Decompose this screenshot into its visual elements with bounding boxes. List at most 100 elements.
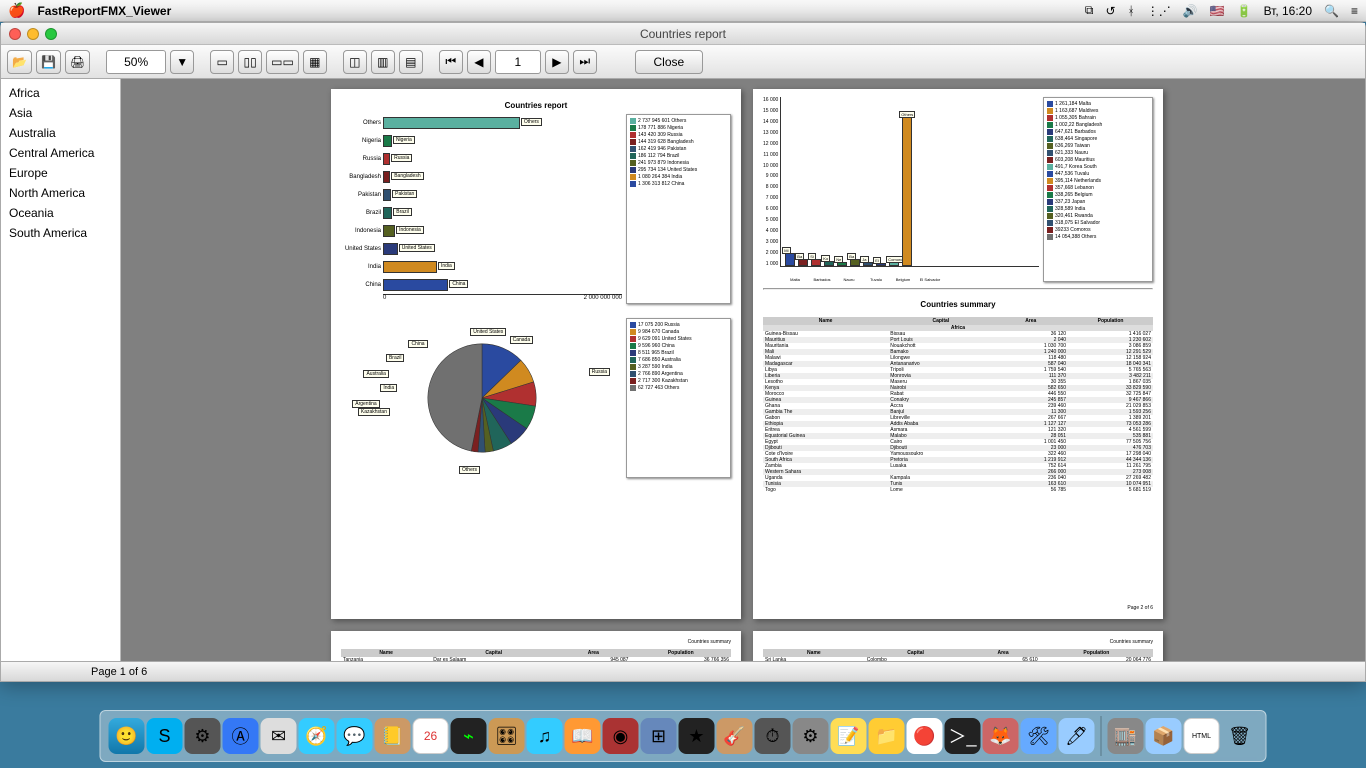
countries-table: NameCapitalAreaPopulation AfricaGuinea-B… xyxy=(763,317,1153,493)
page-number: Page 2 of 6 xyxy=(763,605,1153,611)
app-icon[interactable]: 🦊 xyxy=(983,718,1019,754)
sidebar-item[interactable]: Asia xyxy=(1,103,120,123)
window-titlebar[interactable]: Countries report xyxy=(1,23,1365,45)
app-icon[interactable]: ⏱ xyxy=(755,718,791,754)
ibooks-icon[interactable]: 📖 xyxy=(565,718,601,754)
terminal-icon[interactable]: ＞_ xyxy=(945,718,981,754)
view-facing-button[interactable]: ▭▭ xyxy=(266,50,299,74)
report-page-1: Countries report OthersOthersNigeriaNige… xyxy=(331,89,741,619)
messages-icon[interactable]: 💬 xyxy=(337,718,373,754)
pie-tag: Russia xyxy=(589,368,610,376)
layout-2-button[interactable]: ▥ xyxy=(371,50,395,74)
report-title: Countries report xyxy=(341,101,731,110)
view-grid-button[interactable]: ▦ xyxy=(303,50,327,74)
hbar-chart: OthersOthersNigeriaNigeriaRussiaRussiaBa… xyxy=(341,114,622,304)
app-name[interactable]: FastReportFMX_Viewer xyxy=(37,4,171,18)
app-icon[interactable]: 🖊 xyxy=(1059,718,1095,754)
clock[interactable]: Вт, 16:20 xyxy=(1264,4,1312,18)
trash-icon[interactable]: 🗑 xyxy=(1222,718,1258,754)
last-page-button[interactable]: ⏭ xyxy=(573,50,597,74)
pie-legend: 17 075 200 Russia9 984 670 Canada9 629 0… xyxy=(626,318,731,478)
window-close-button[interactable] xyxy=(9,28,21,40)
status-bar: Page 1 of 6 xyxy=(1,661,1365,681)
layout-1-button[interactable]: ◫ xyxy=(343,50,367,74)
app-icon[interactable]: ⊞ xyxy=(641,718,677,754)
input-source-icon[interactable]: 🇺🇸 xyxy=(1210,4,1225,18)
app-icon[interactable]: 📁 xyxy=(869,718,905,754)
sidebar-item[interactable]: Australia xyxy=(1,123,120,143)
outline-sidebar: AfricaAsiaAustraliaCentral AmericaEurope… xyxy=(1,79,121,661)
sidebar-item[interactable]: South America xyxy=(1,223,120,243)
pie-tag: Brazil xyxy=(386,354,405,362)
app-icon[interactable]: ⚙ xyxy=(185,718,221,754)
window-minimize-button[interactable] xyxy=(27,28,39,40)
preferences-icon[interactable]: ⚙ xyxy=(793,718,829,754)
html-doc-icon[interactable]: HTML xyxy=(1184,718,1220,754)
open-button[interactable]: 📂 xyxy=(7,50,32,74)
print-button[interactable]: 🖨 xyxy=(65,50,90,74)
app-icon[interactable]: 🎛 xyxy=(489,718,525,754)
pie-tag: Australia xyxy=(363,370,388,378)
sidebar-item[interactable]: North America xyxy=(1,183,120,203)
sidebar-item[interactable]: Oceania xyxy=(1,203,120,223)
notes-icon[interactable]: 📝 xyxy=(831,718,867,754)
volume-icon[interactable]: 🔊 xyxy=(1183,4,1198,18)
viewer-toolbar: 📂 💾 🖨 ▼ ▭ ▯▯ ▭▭ ▦ ◫ ▥ ▤ ⏮ ◀ ▶ ⏭ Close xyxy=(1,45,1365,79)
app-icon[interactable]: 📦 xyxy=(1146,718,1182,754)
safari-icon[interactable]: 🧭 xyxy=(299,718,335,754)
view-single-button[interactable]: ▭ xyxy=(210,50,234,74)
finder-icon[interactable]: 🙂 xyxy=(109,718,145,754)
report-page-4: Countries summary NameCapitalAreaPopulat… xyxy=(753,631,1163,661)
spotlight-icon[interactable]: 🔍 xyxy=(1324,4,1339,18)
next-page-button[interactable]: ▶ xyxy=(545,50,569,74)
page-canvas[interactable]: Countries report OthersOthersNigeriaNige… xyxy=(121,79,1365,661)
imovie-icon[interactable]: ★ xyxy=(679,718,715,754)
sidebar-item[interactable]: Central America xyxy=(1,143,120,163)
battery-icon[interactable]: 🔋 xyxy=(1237,4,1252,18)
notification-center-icon[interactable]: ≡ xyxy=(1351,4,1358,18)
appstore-icon[interactable]: Ⓐ xyxy=(223,718,259,754)
pie-tag: United States xyxy=(470,328,506,336)
mail-icon[interactable]: ✉ xyxy=(261,718,297,754)
sidebar-item[interactable]: Europe xyxy=(1,163,120,183)
close-button[interactable]: Close xyxy=(635,50,703,74)
pie-tag: China xyxy=(408,340,427,348)
prev-page-button[interactable]: ◀ xyxy=(467,50,491,74)
apple-menu-icon[interactable]: 🍎 xyxy=(8,2,25,19)
pie-tag: Others xyxy=(459,466,480,474)
dropbox-icon[interactable]: ⧉ xyxy=(1085,3,1094,18)
vbar-chart: MlBaSiKoNeBaJaElComorosOthers xyxy=(780,97,1039,267)
vbar-y-axis: 16 00015 00014 00013 00012 00011 00010 0… xyxy=(763,97,780,267)
pie-tag: Canada xyxy=(510,336,534,344)
calendar-icon[interactable]: 26 xyxy=(413,718,449,754)
layout-3-button[interactable]: ▤ xyxy=(399,50,423,74)
app-icon[interactable]: 🛠 xyxy=(1021,718,1057,754)
report-page-2: 16 00015 00014 00013 00012 00011 00010 0… xyxy=(753,89,1163,619)
app-icon[interactable]: 🏬 xyxy=(1108,718,1144,754)
first-page-button[interactable]: ⏮ xyxy=(439,50,463,74)
contacts-icon[interactable]: 📒 xyxy=(375,718,411,754)
bluetooth-icon[interactable]: ᚼ xyxy=(1128,4,1135,18)
sidebar-item[interactable]: Africa xyxy=(1,83,120,103)
page-status: Page 1 of 6 xyxy=(91,666,147,678)
pie-tag: Argentina xyxy=(352,400,379,408)
app-icon[interactable]: ◉ xyxy=(603,718,639,754)
window-zoom-button[interactable] xyxy=(45,28,57,40)
zoom-dropdown[interactable]: ▼ xyxy=(170,50,194,74)
zoom-input[interactable] xyxy=(106,50,166,74)
wifi-icon[interactable]: ⋮⋰ xyxy=(1147,4,1171,18)
macos-menubar: 🍎 FastReportFMX_Viewer ⧉ ↺ ᚼ ⋮⋰ 🔊 🇺🇸 🔋 В… xyxy=(0,0,1366,22)
hbar-legend: 2 737 945 601 Others178 771 886 Nigeria1… xyxy=(626,114,731,304)
activity-icon[interactable]: ⌁ xyxy=(451,718,487,754)
save-button[interactable]: 💾 xyxy=(36,50,61,74)
summary-title: Countries summary xyxy=(763,300,1153,309)
chrome-icon[interactable]: 🔴 xyxy=(907,718,943,754)
itunes-icon[interactable]: ♫ xyxy=(527,718,563,754)
report-page-3: Countries summary NameCapitalAreaPopulat… xyxy=(331,631,741,661)
page-number-input[interactable] xyxy=(495,50,541,74)
view-continuous-button[interactable]: ▯▯ xyxy=(238,50,262,74)
skype-icon[interactable]: S xyxy=(147,718,183,754)
vbar-x-axis: MaltaBarbadosNauruTuvaluBelgiumEl Salvad… xyxy=(779,277,1039,282)
timemachine-icon[interactable]: ↺ xyxy=(1105,4,1115,18)
garageband-icon[interactable]: 🎸 xyxy=(717,718,753,754)
